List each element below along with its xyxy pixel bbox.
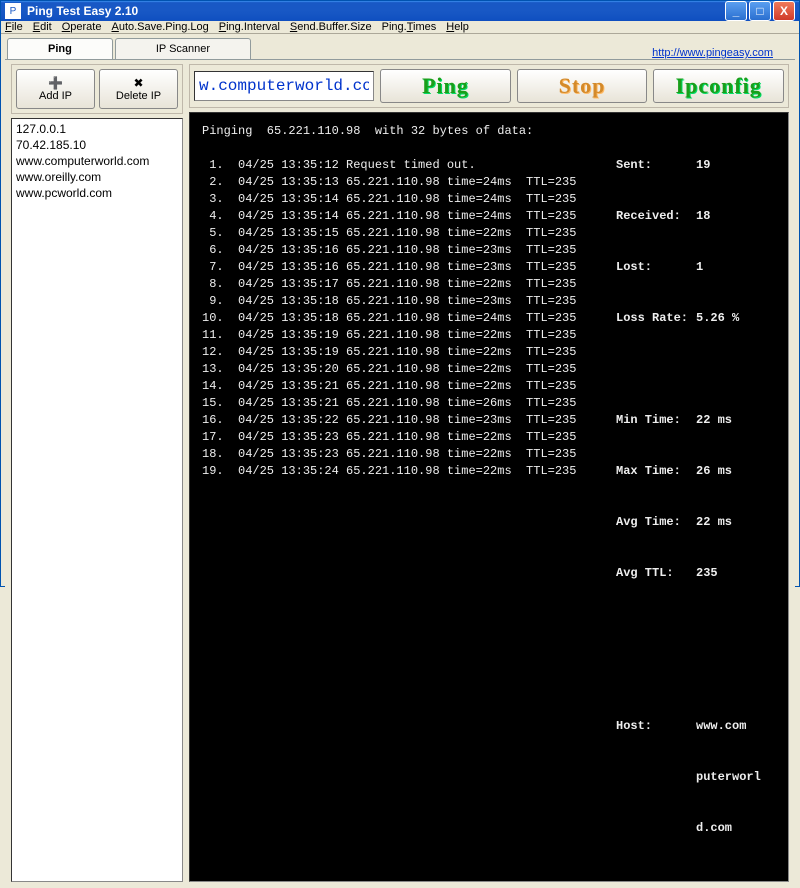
- ip-list-item[interactable]: 127.0.0.1: [16, 121, 178, 137]
- window-title: Ping Test Easy 2.10: [27, 4, 725, 18]
- menu-operate[interactable]: Operate: [62, 21, 102, 33]
- tab-ip-scanner[interactable]: IP Scanner: [115, 38, 251, 59]
- menu-file[interactable]: File: [5, 21, 23, 33]
- left-panel: ➕ Add IP ✖ Delete IP 127.0.0.170.42.185.…: [11, 64, 183, 882]
- minimize-button[interactable]: _: [725, 1, 747, 21]
- delete-icon: ✖: [133, 77, 143, 89]
- action-row: Ping Stop Ipconfig: [189, 64, 789, 108]
- stat-attl-label: Avg TTL:: [616, 565, 696, 582]
- menu-autosave-label: uto.Save.Ping.Log: [119, 21, 209, 33]
- stat-avgt-label: Avg Time:: [616, 514, 696, 531]
- ip-list-item[interactable]: www.computerworld.com: [16, 153, 178, 169]
- stats-panel: Sent:19 Received:18 Lost:1 Loss Rate:5.2…: [616, 123, 776, 871]
- link-area: http://www.pingeasy.com: [253, 47, 793, 59]
- delete-ip-label: Delete IP: [116, 90, 161, 102]
- ip-buttons-row: ➕ Add IP ✖ Delete IP: [11, 64, 183, 114]
- tab-row: Ping IP Scanner http://www.pingeasy.com: [1, 34, 799, 59]
- homepage-link[interactable]: http://www.pingeasy.com: [652, 47, 773, 59]
- ip-list[interactable]: 127.0.0.170.42.185.10www.computerworld.c…: [11, 118, 183, 882]
- ip-list-item[interactable]: 70.42.185.10: [16, 137, 178, 153]
- host-input[interactable]: [194, 71, 374, 101]
- stat-recv-label: Received:: [616, 208, 696, 225]
- stat-host1: www.com: [696, 718, 746, 735]
- stat-recv: 18: [696, 208, 710, 225]
- ping-button[interactable]: Ping: [380, 69, 511, 103]
- stat-host2: puterworl: [696, 769, 761, 786]
- stat-lost-label: Lost:: [616, 259, 696, 276]
- stat-rate: 5.26 %: [696, 310, 739, 327]
- add-ip-button[interactable]: ➕ Add IP: [16, 69, 95, 109]
- tab-ping[interactable]: Ping: [7, 38, 113, 59]
- stat-attl: 235: [696, 565, 718, 582]
- maximize-button[interactable]: □: [749, 1, 771, 21]
- menu-interval[interactable]: Ping.Interval: [219, 21, 280, 33]
- app-window: P Ping Test Easy 2.10 _ □ X File Edit Op…: [0, 0, 800, 587]
- window-controls: _ □ X: [725, 1, 795, 21]
- app-icon: P: [5, 3, 21, 19]
- content-area: ➕ Add IP ✖ Delete IP 127.0.0.170.42.185.…: [5, 59, 795, 888]
- stat-lost: 1: [696, 259, 703, 276]
- menu-autosave[interactable]: Auto.Save.Ping.Log: [111, 21, 208, 33]
- console-output: Pinging 65.221.110.98 with 32 bytes of d…: [189, 112, 789, 882]
- stat-sent-label: Sent:: [616, 157, 696, 174]
- stat-host3: d.com: [696, 820, 732, 837]
- menu-help[interactable]: Help: [446, 21, 469, 33]
- menu-edit[interactable]: Edit: [33, 21, 52, 33]
- stat-maxt-label: Max Time:: [616, 463, 696, 480]
- title-bar: P Ping Test Easy 2.10 _ □ X: [1, 1, 799, 21]
- close-button[interactable]: X: [773, 1, 795, 21]
- ping-log: Pinging 65.221.110.98 with 32 bytes of d…: [202, 123, 616, 871]
- menu-buffer[interactable]: Send.Buffer.Size: [290, 21, 372, 33]
- stat-avgt: 22 ms: [696, 514, 732, 531]
- menu-times[interactable]: Ping.Times: [382, 21, 437, 33]
- ipconfig-button[interactable]: Ipconfig: [653, 69, 784, 103]
- stat-rate-label: Loss Rate:: [616, 310, 696, 327]
- ip-list-item[interactable]: www.pcworld.com: [16, 185, 178, 201]
- stat-mint-label: Min Time:: [616, 412, 696, 429]
- right-panel: Ping Stop Ipconfig Pinging 65.221.110.98…: [189, 64, 789, 882]
- add-ip-label: Add IP: [39, 90, 72, 102]
- add-icon: ➕: [48, 77, 63, 89]
- stat-host-label: Host:: [616, 718, 696, 735]
- stat-sent: 19: [696, 157, 710, 174]
- ip-list-item[interactable]: www.oreilly.com: [16, 169, 178, 185]
- menu-bar: File Edit Operate Auto.Save.Ping.Log Pin…: [1, 21, 799, 34]
- stat-mint: 22 ms: [696, 412, 732, 429]
- delete-ip-button[interactable]: ✖ Delete IP: [99, 69, 178, 109]
- stop-button[interactable]: Stop: [517, 69, 648, 103]
- stat-maxt: 26 ms: [696, 463, 732, 480]
